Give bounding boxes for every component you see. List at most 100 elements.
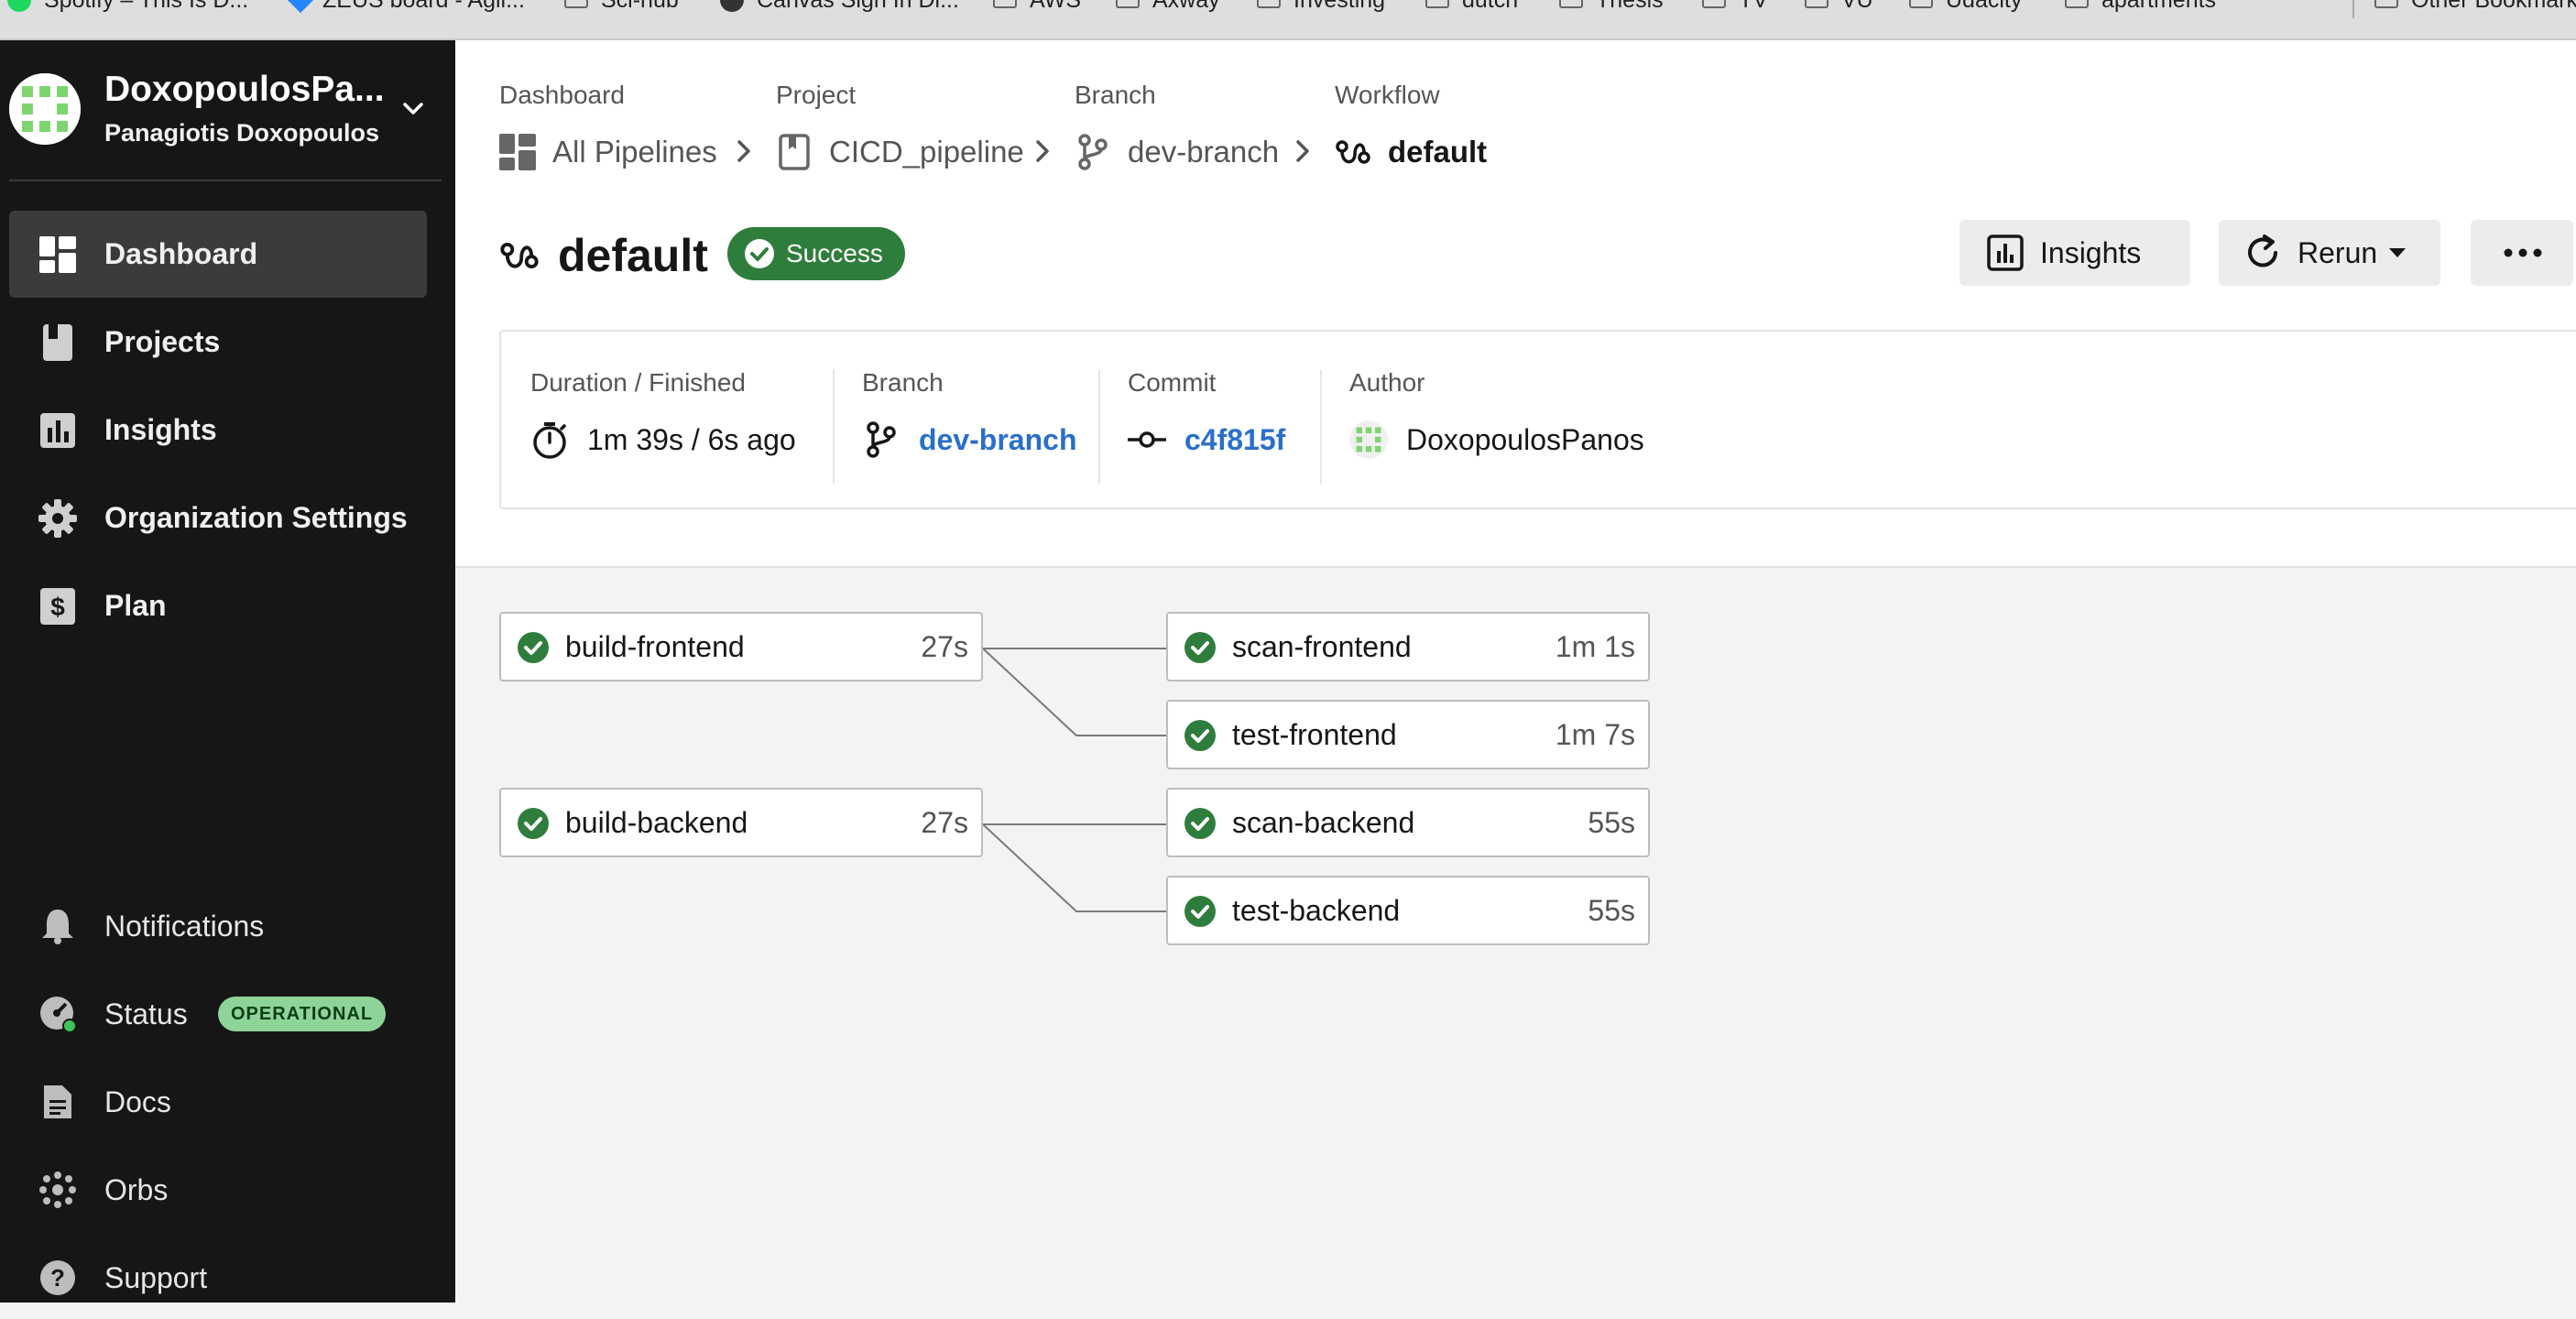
spotify-icon bbox=[7, 0, 31, 12]
sidebar-item-docs[interactable]: Docs bbox=[9, 1061, 427, 1143]
sidebar-item-organization-settings[interactable]: Organization Settings bbox=[9, 474, 427, 561]
job-build-backend[interactable]: build-backend 27s bbox=[499, 788, 983, 857]
bookmark-label: dutch bbox=[1462, 0, 1518, 14]
sidebar-item-support[interactable]: ? Support bbox=[9, 1237, 427, 1319]
job-duration: 1m 7s bbox=[1555, 717, 1635, 751]
sidebar-item-label: Support bbox=[104, 1260, 208, 1294]
sidebar-item-label: Notifications bbox=[104, 909, 265, 943]
check-circle-icon bbox=[745, 239, 774, 268]
projects-icon bbox=[38, 323, 77, 362]
bookmark-axway[interactable]: Axway bbox=[1116, 0, 1220, 13]
duration-label: Duration / Finished bbox=[530, 368, 747, 397]
sidebar-item-projects[interactable]: Projects bbox=[9, 299, 427, 386]
job-build-frontend[interactable]: build-frontend 27s bbox=[499, 612, 983, 681]
job-name: test-frontend bbox=[1232, 717, 1397, 751]
orbs-icon bbox=[38, 1171, 77, 1209]
svg-text:?: ? bbox=[50, 1264, 65, 1292]
branch-value: dev-branch bbox=[862, 420, 1076, 460]
folder-icon bbox=[1805, 0, 1828, 8]
folder-icon bbox=[1909, 0, 1933, 8]
job-scan-backend[interactable]: scan-backend 55s bbox=[1166, 788, 1650, 857]
sidebar-item-label: Projects bbox=[104, 325, 221, 358]
job-name: scan-backend bbox=[1232, 805, 1415, 839]
sidebar-item-plan[interactable]: $ Plan bbox=[9, 562, 427, 649]
bookmark-thesis[interactable]: Thesis bbox=[1559, 0, 1664, 13]
author-label: Author bbox=[1349, 368, 1425, 397]
success-check-icon bbox=[1184, 808, 1216, 839]
status-icon bbox=[38, 995, 77, 1033]
breadcrumb-project[interactable]: CICD_pipeline bbox=[776, 132, 1024, 172]
gear-icon bbox=[38, 498, 77, 538]
commit-link[interactable]: c4f815f bbox=[1184, 423, 1285, 457]
folder-icon bbox=[1559, 0, 1583, 8]
sidebar-item-dashboard[interactable]: Dashboard bbox=[9, 211, 427, 298]
chevron-right-icon bbox=[1036, 140, 1049, 162]
bookmark-label: apartments bbox=[2101, 0, 2216, 14]
org-avatar bbox=[9, 73, 81, 145]
bookmark-label: Other Bookmarks bbox=[2411, 0, 2576, 14]
commit-label: Commit bbox=[1128, 368, 1217, 397]
bookmark-vu[interactable]: VU bbox=[1805, 0, 1873, 13]
chevron-right-icon bbox=[1296, 140, 1309, 162]
branch-link[interactable]: dev-branch bbox=[919, 423, 1076, 457]
breadcrumb-text: All Pipelines bbox=[552, 135, 717, 169]
docs-icon bbox=[38, 1083, 77, 1121]
bookmark-label: Canvas Sign In Di... bbox=[757, 0, 959, 14]
bookmark-apartments[interactable]: apartments bbox=[2065, 0, 2216, 13]
sidebar-item-label: Dashboard bbox=[104, 237, 258, 270]
job-test-frontend[interactable]: test-frontend 1m 7s bbox=[1166, 700, 1650, 769]
bookmark-tv[interactable]: TV bbox=[1702, 0, 1768, 13]
dashboard-icon bbox=[499, 134, 536, 170]
bookmark-label: Udacity bbox=[1946, 0, 2022, 14]
sidebar-divider bbox=[9, 180, 442, 181]
insights-icon bbox=[1987, 234, 2024, 271]
bookmark-spotify[interactable]: Spotify – This Is D... bbox=[7, 0, 248, 13]
bookmark-udacity[interactable]: Udacity bbox=[1909, 0, 2022, 13]
bookmark-aws[interactable]: AWS bbox=[993, 0, 1081, 13]
org-switcher[interactable]: DoxopoulosPa... Panagiotis Doxopoulos bbox=[0, 40, 455, 180]
author-name: DoxopoulosPanos bbox=[1406, 422, 1644, 456]
project-book-icon bbox=[776, 134, 813, 170]
job-duration: 55s bbox=[1588, 805, 1635, 839]
breadcrumb-branch[interactable]: dev-branch bbox=[1075, 132, 1279, 172]
sidebar-item-notifications[interactable]: Notifications bbox=[9, 885, 427, 967]
job-duration: 55s bbox=[1588, 893, 1635, 927]
success-check-icon bbox=[518, 632, 549, 663]
breadcrumb-all-pipelines[interactable]: All Pipelines bbox=[499, 132, 717, 172]
duration-text: 1m 39s / 6s ago bbox=[587, 422, 796, 456]
sidebar-item-orbs[interactable]: Orbs bbox=[9, 1149, 427, 1231]
chevron-down-icon bbox=[403, 103, 423, 114]
bookmark-label: TV bbox=[1739, 0, 1768, 14]
bookmark-dutch[interactable]: dutch bbox=[1425, 0, 1518, 13]
timer-icon bbox=[530, 420, 569, 459]
rerun-button[interactable]: Rerun bbox=[2219, 220, 2440, 286]
workflow-header: Dashboard Project Branch Workflow All Pi… bbox=[455, 40, 2576, 568]
bookmark-scihub[interactable]: Sci-hub bbox=[564, 0, 679, 13]
success-check-icon bbox=[1184, 896, 1216, 927]
sidebar-item-insights[interactable]: Insights bbox=[9, 387, 427, 474]
sidebar-item-label: Docs bbox=[104, 1085, 171, 1118]
breadcrumb-workflow[interactable]: default bbox=[1335, 132, 1487, 172]
bookmark-zeus[interactable]: ZEUS board - Agil... bbox=[287, 0, 525, 14]
status-badge: Success bbox=[727, 227, 905, 280]
sidebar-item-label: Orbs bbox=[104, 1172, 169, 1206]
success-check-icon bbox=[518, 808, 549, 839]
job-duration: 1m 1s bbox=[1555, 629, 1635, 663]
insights-button[interactable]: Insights bbox=[1959, 220, 2190, 286]
bookmark-other[interactable]: Other Bookmarks bbox=[2374, 0, 2576, 13]
more-horizontal-icon bbox=[2504, 248, 2542, 257]
bookmark-canvas[interactable]: Canvas Sign In Di... bbox=[720, 0, 959, 13]
job-scan-frontend[interactable]: scan-frontend 1m 1s bbox=[1166, 612, 1650, 681]
bookmark-investing[interactable]: Investing bbox=[1257, 0, 1385, 13]
breadcrumb-label: Workflow bbox=[1335, 81, 1440, 109]
divider bbox=[1098, 370, 1100, 484]
globe-icon bbox=[720, 0, 744, 12]
more-options-button[interactable] bbox=[2471, 220, 2573, 286]
bookmark-label: AWS bbox=[1030, 0, 1081, 14]
dashboard-icon bbox=[38, 235, 77, 274]
job-test-backend[interactable]: test-backend 55s bbox=[1166, 876, 1650, 945]
bookmark-label: Sci-hub bbox=[601, 0, 679, 14]
sidebar-item-status[interactable]: Status OPERATIONAL bbox=[9, 973, 427, 1055]
sidebar-item-label: Insights bbox=[104, 413, 217, 446]
identicon-icon bbox=[9, 73, 81, 145]
